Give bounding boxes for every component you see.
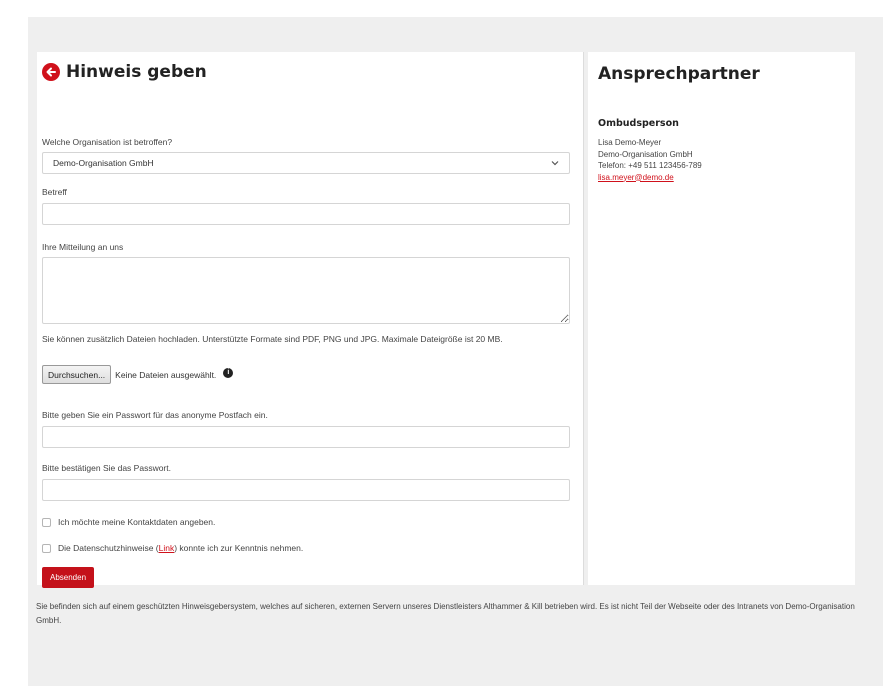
contact-role: Ombudsperson: [598, 118, 679, 129]
message-label: Ihre Mitteilung an uns: [42, 242, 124, 252]
organization-select[interactable]: Demo-Organisation GmbH: [42, 152, 570, 174]
password-confirm-input[interactable]: [42, 479, 570, 501]
subject-label: Betreff: [42, 187, 67, 197]
report-form-panel: Hinweis geben Welche Organisation ist be…: [37, 52, 584, 588]
page-title: Hinweis geben: [42, 62, 207, 82]
page-title-text: Hinweis geben: [66, 62, 207, 82]
privacy-link[interactable]: Link: [159, 543, 175, 553]
organization-select-value: Demo-Organisation GmbH: [53, 158, 154, 168]
password-confirm-label: Bitte bestätigen Sie das Passwort.: [42, 463, 171, 473]
subject-input[interactable]: [42, 203, 570, 225]
info-circle-icon[interactable]: i: [223, 367, 234, 378]
contact-phone: Telefon: +49 511 123456-789: [598, 161, 702, 170]
contact-name: Lisa Demo-Meyer: [598, 138, 662, 147]
privacy-suffix: ) konnte ich zur Kenntnis nehmen.: [174, 543, 304, 553]
privacy-option: Die Datenschutzhinweise (Link) konnte ic…: [42, 543, 303, 553]
upload-note: Sie können zusätzlich Dateien hochladen.…: [42, 334, 503, 344]
contact-details: Lisa Demo-Meyer Demo-Organisation GmbH T…: [598, 137, 702, 183]
contact-organization: Demo-Organisation GmbH: [598, 149, 693, 159]
contact-panel: Ansprechpartner Ombudsperson Lisa Demo-M…: [588, 52, 855, 585]
footer-notice: Sie befinden sich auf einem geschützten …: [36, 602, 855, 625]
arrow-left-circle-icon[interactable]: [42, 63, 60, 81]
message-textarea[interactable]: [42, 257, 570, 324]
contact-details-checkbox[interactable]: [42, 517, 51, 527]
contact-details-option: Ich möchte meine Kontaktdaten angeben.: [42, 517, 215, 527]
file-upload-row: Durchsuchen... Keine Dateien ausgewählt.…: [42, 365, 234, 384]
privacy-checkbox-label: Die Datenschutzhinweise (Link) konnte ic…: [58, 543, 303, 553]
privacy-prefix: Die Datenschutzhinweise (: [58, 543, 159, 553]
password-label: Bitte geben Sie ein Passwort für das ano…: [42, 410, 268, 420]
organization-label: Welche Organisation ist betroffen?: [42, 137, 173, 147]
contact-email-link[interactable]: lisa.meyer@demo.de: [598, 172, 702, 184]
submit-button[interactable]: Absenden: [42, 567, 95, 588]
browse-files-button[interactable]: Durchsuchen...: [42, 365, 112, 384]
contact-title: Ansprechpartner: [598, 64, 760, 84]
privacy-checkbox[interactable]: [42, 543, 51, 553]
password-input[interactable]: [42, 426, 570, 448]
chevron-down-icon: [551, 161, 559, 166]
contact-details-checkbox-label: Ich möchte meine Kontaktdaten angeben.: [58, 517, 216, 527]
no-files-text: Keine Dateien ausgewählt.: [115, 369, 217, 380]
